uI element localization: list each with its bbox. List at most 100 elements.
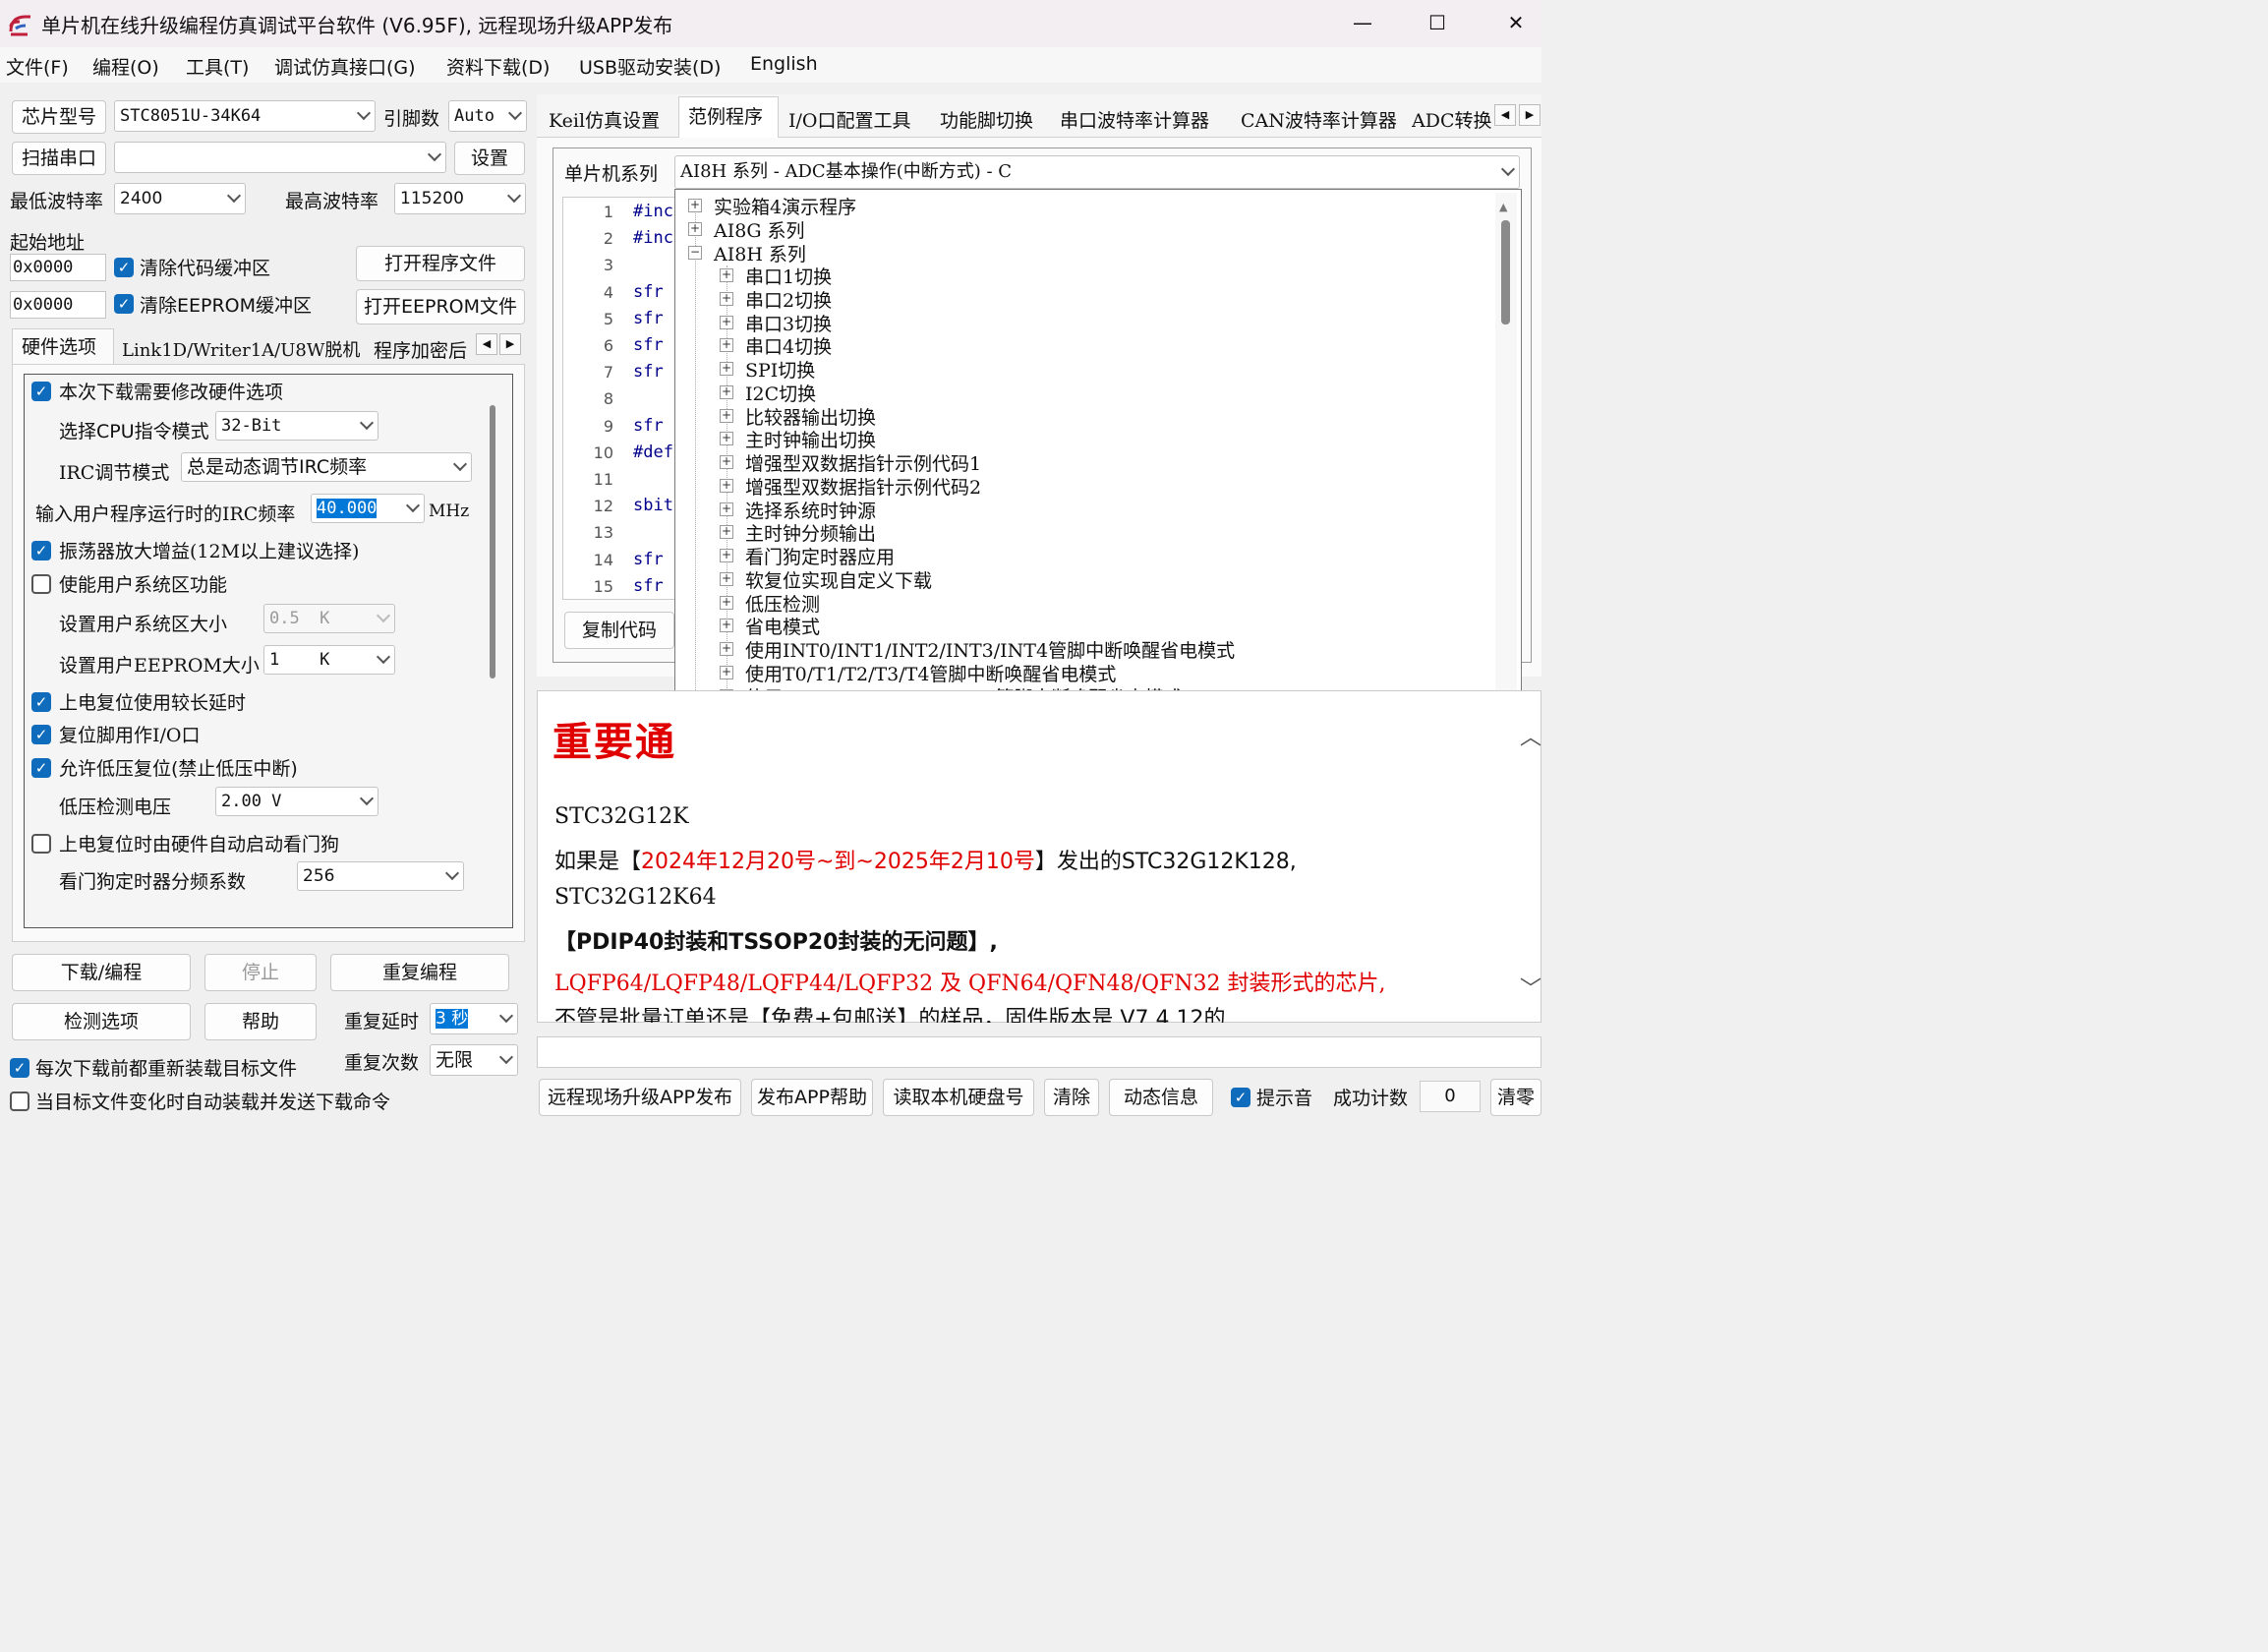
expand-icon[interactable]: + [720,619,733,633]
menu-debug[interactable]: 调试仿真接口(G) [274,53,416,80]
menu-tools[interactable]: 工具(T) [186,53,249,80]
stop-button[interactable]: 停止 [204,954,317,991]
expand-icon[interactable]: + [688,199,702,212]
expand-icon[interactable]: + [720,362,733,376]
notice-line-4: 【PDIP40封装和TSSOP20封装的无问题】, [554,930,998,955]
lvr-checkbox[interactable]: ✓ [31,758,51,778]
tree-scrollbar-thumb[interactable] [1501,220,1510,324]
tab-encrypt[interactable]: 程序加密后 [374,336,467,363]
menu-program[interactable]: 编程(O) [92,53,159,80]
beep-checkbox[interactable]: ✓ [1231,1088,1250,1107]
expand-icon[interactable]: + [720,478,733,493]
series-select[interactable]: AI8H 系列 - ADC基本操作(中断方式) - C [674,155,1520,189]
scan-port-button[interactable]: 扫描串口 [12,142,106,175]
irc-freq-input[interactable]: 40.000 [311,494,425,523]
expand-icon[interactable]: + [720,432,733,446]
read-hdd-button[interactable]: 读取本机硬盘号 [883,1079,1034,1116]
tab-scroll-left-icon[interactable]: ◀ [476,333,497,355]
tab-hardware[interactable]: 硬件选项 [22,332,96,359]
sys-size-label: 设置用户系统区大小 [59,614,228,635]
close-button[interactable]: ✕ [1490,6,1541,39]
expand-icon[interactable]: + [720,571,733,586]
long-delay-checkbox[interactable]: ✓ [31,692,51,712]
copy-code-button[interactable]: 复制代码 [564,612,674,649]
hardware-scrollbar[interactable] [490,405,495,678]
eeprom-address-input[interactable]: 0x0000 [10,291,106,319]
reset-io-checkbox[interactable]: ✓ [31,725,51,744]
tab-uart-baud[interactable]: 串口波特率计算器 [1060,106,1209,133]
repeat-delay-select[interactable]: 3 秒 [430,1003,518,1034]
clear-button[interactable]: 清除 [1044,1079,1099,1116]
expand-icon[interactable]: + [720,268,733,282]
clear-code-checkbox[interactable]: ✓ [114,258,134,277]
dynamic-info-button[interactable]: 动态信息 [1109,1079,1213,1116]
expand-icon[interactable]: + [720,384,733,399]
pins-select[interactable]: Auto [448,100,527,132]
irc-mode-select[interactable]: 总是动态调节IRC频率 [181,452,472,482]
tab-scroll-right-icon[interactable]: ▶ [499,333,521,355]
expand-icon[interactable]: + [720,315,733,329]
expand-icon[interactable]: + [720,291,733,306]
reload-each-checkbox[interactable]: ✓ [10,1058,29,1078]
expand-icon[interactable]: + [720,408,733,423]
expand-icon[interactable]: + [720,455,733,469]
lv-select[interactable]: 2.00 V [215,787,378,816]
menu-english[interactable]: English [750,53,818,75]
chip-model-button[interactable]: 芯片型号 [12,100,106,134]
expand-icon[interactable]: + [720,525,733,540]
check-options-button[interactable]: 检测选项 [12,1003,191,1040]
expand-icon[interactable]: + [720,595,733,610]
clear-count-button[interactable]: 清零 [1490,1079,1541,1116]
settings-button[interactable]: 设置 [454,142,525,175]
tab-offline[interactable]: Link1D/Writer1A/U8W脱机 [122,336,360,362]
modify-hw-checkbox[interactable]: ✓ [31,382,51,401]
open-program-button[interactable]: 打开程序文件 [356,246,525,281]
sys-size-select[interactable]: 0.5 K [263,604,395,633]
collapse-icon[interactable]: − [688,245,702,260]
auto-reload-checkbox[interactable] [10,1092,29,1111]
max-baud-select[interactable]: 115200 [394,183,526,214]
minimize-button[interactable]: — [1337,6,1388,39]
eeprom-size-select[interactable]: 1 K [263,645,395,675]
expand-icon[interactable]: + [720,665,733,679]
sys-size-value: 0.5 K [269,609,330,628]
app-help-button[interactable]: 发布APP帮助 [751,1079,873,1116]
notice-scroll-up-icon[interactable]: ︿ [1520,720,1541,751]
code-address-input[interactable]: 0x0000 [10,254,106,281]
wdt-auto-checkbox[interactable] [31,834,51,854]
menu-downloads[interactable]: 资料下载(D) [446,53,550,80]
wdt-div-select[interactable]: 256 [297,861,464,891]
tab-can-baud[interactable]: CAN波特率计算器 [1241,106,1397,133]
tab-scroll-left-icon[interactable]: ◀ [1494,104,1516,126]
min-baud-select[interactable]: 2400 [114,183,246,214]
expand-icon[interactable]: + [720,549,733,562]
maximize-button[interactable]: ☐ [1412,6,1463,39]
user-sys-checkbox[interactable] [31,574,51,594]
expand-icon[interactable]: + [720,338,733,353]
help-button[interactable]: 帮助 [204,1003,317,1040]
tab-scroll-right-icon[interactable]: ▶ [1519,104,1541,126]
expand-icon[interactable]: + [688,221,702,236]
repeat-count-select[interactable]: 无限 [430,1044,518,1076]
download-button[interactable]: 下载/编程 [12,954,191,991]
remote-upgrade-button[interactable]: 远程现场升级APP发布 [539,1079,741,1116]
port-select[interactable] [114,142,446,173]
expand-icon[interactable]: + [720,642,733,656]
osc-gain-checkbox[interactable]: ✓ [31,541,51,560]
menu-file[interactable]: 文件(F) [6,53,69,80]
menu-usb-driver[interactable]: USB驱动安装(D) [579,53,721,80]
clear-eeprom-checkbox[interactable]: ✓ [114,294,134,314]
cpu-mode-select[interactable]: 32-Bit [215,411,378,441]
notice-scroll-down-icon[interactable]: ﹀ [1520,972,1541,1003]
clear-code-label: 清除代码缓冲区 [140,258,271,279]
tab-adc[interactable]: ADC转换速 [1412,106,1492,133]
tab-io-config[interactable]: I/O口配置工具 [788,106,910,133]
expand-icon[interactable]: + [720,502,733,516]
tab-examples[interactable]: 范例程序 [688,102,763,129]
tab-pin-switch[interactable]: 功能脚切换 [940,106,1033,133]
chip-model-select[interactable]: STC8051U-34K64 [114,100,376,132]
scroll-up-icon[interactable]: ▲ [1499,201,1507,213]
reprogram-button[interactable]: 重复编程 [330,954,509,991]
open-eeprom-button[interactable]: 打开EEPROM文件 [356,289,525,324]
tab-keil[interactable]: Keil仿真设置 [549,106,660,133]
